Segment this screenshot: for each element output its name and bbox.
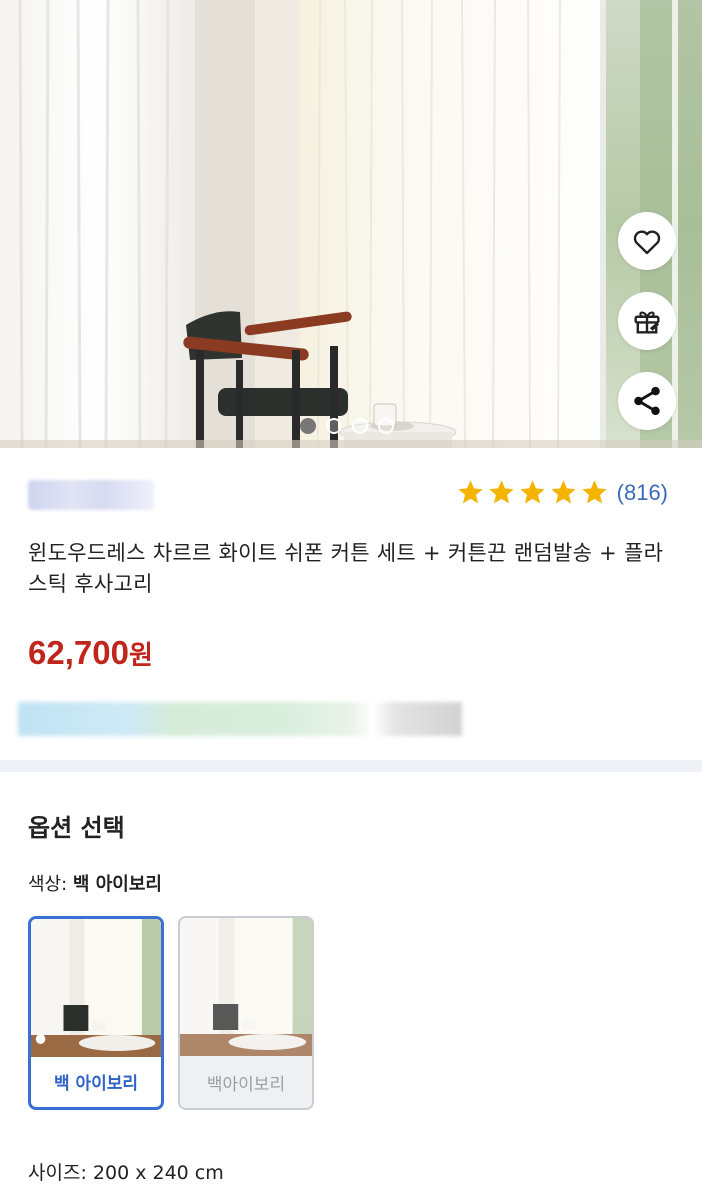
color-value: 백 아이보리 xyxy=(72,874,162,895)
star-icon xyxy=(489,480,514,504)
size-selection-summary: 사이즈: 200 x 240 cm xyxy=(28,1158,224,1185)
seller-name-redacted[interactable] xyxy=(28,480,154,510)
section-divider xyxy=(0,760,702,772)
product-image-carousel[interactable] xyxy=(0,0,702,448)
share-button[interactable] xyxy=(618,372,676,430)
size-value: 200 x 240 cm xyxy=(92,1162,224,1184)
gift-button[interactable] xyxy=(618,292,676,350)
price-unit: 원 xyxy=(128,640,153,670)
color-option[interactable]: 백아이보리 xyxy=(178,916,314,1110)
product-price: 62,700원 xyxy=(28,634,153,672)
rating[interactable]: (816) xyxy=(456,478,668,507)
star-icon xyxy=(582,480,607,504)
color-selection-summary: 색상: 백 아이보리 xyxy=(28,870,162,896)
gift-icon xyxy=(634,311,660,334)
product-info: (816) 윈도우드레스 차르르 화이트 쉬폰 커튼 세트 + 커튼끈 랜덤발송… xyxy=(0,448,702,760)
star-icon xyxy=(458,480,483,504)
color-label: 색상: xyxy=(28,874,68,895)
price-amount: 62,700 xyxy=(28,634,129,671)
product-title: 윈도우드레스 차르르 화이트 쉬폰 커튼 세트 + 커튼끈 랜덤발송 + 플라스… xyxy=(28,541,664,596)
color-thumbnail xyxy=(31,919,161,1057)
carousel-dot[interactable] xyxy=(300,418,316,434)
review-count[interactable]: (816) xyxy=(617,480,668,506)
color-option-label: 백아이보리 xyxy=(180,1056,312,1108)
option-section: 옵션 선택 색상: 백 아이보리 백 아이보리 백아이보리 사이즈: 200 x… xyxy=(0,772,702,1200)
color-thumbnail xyxy=(180,918,312,1056)
share-icon xyxy=(634,386,660,416)
star-icon xyxy=(551,480,576,504)
color-option-selected[interactable]: 백 아이보리 xyxy=(28,916,164,1110)
option-section-title: 옵션 선택 xyxy=(28,814,125,842)
size-label: 사이즈: xyxy=(28,1162,87,1184)
product-photo xyxy=(0,0,702,448)
promo-banner-redacted xyxy=(18,702,462,736)
carousel-dot[interactable] xyxy=(326,418,342,434)
wishlist-button[interactable] xyxy=(618,212,676,270)
carousel-dot[interactable] xyxy=(378,418,394,434)
star-icon xyxy=(520,480,545,504)
carousel-indicator xyxy=(300,418,394,434)
heart-icon xyxy=(633,230,661,255)
color-option-label: 백 아이보리 xyxy=(53,1073,139,1094)
carousel-dot[interactable] xyxy=(352,418,368,434)
